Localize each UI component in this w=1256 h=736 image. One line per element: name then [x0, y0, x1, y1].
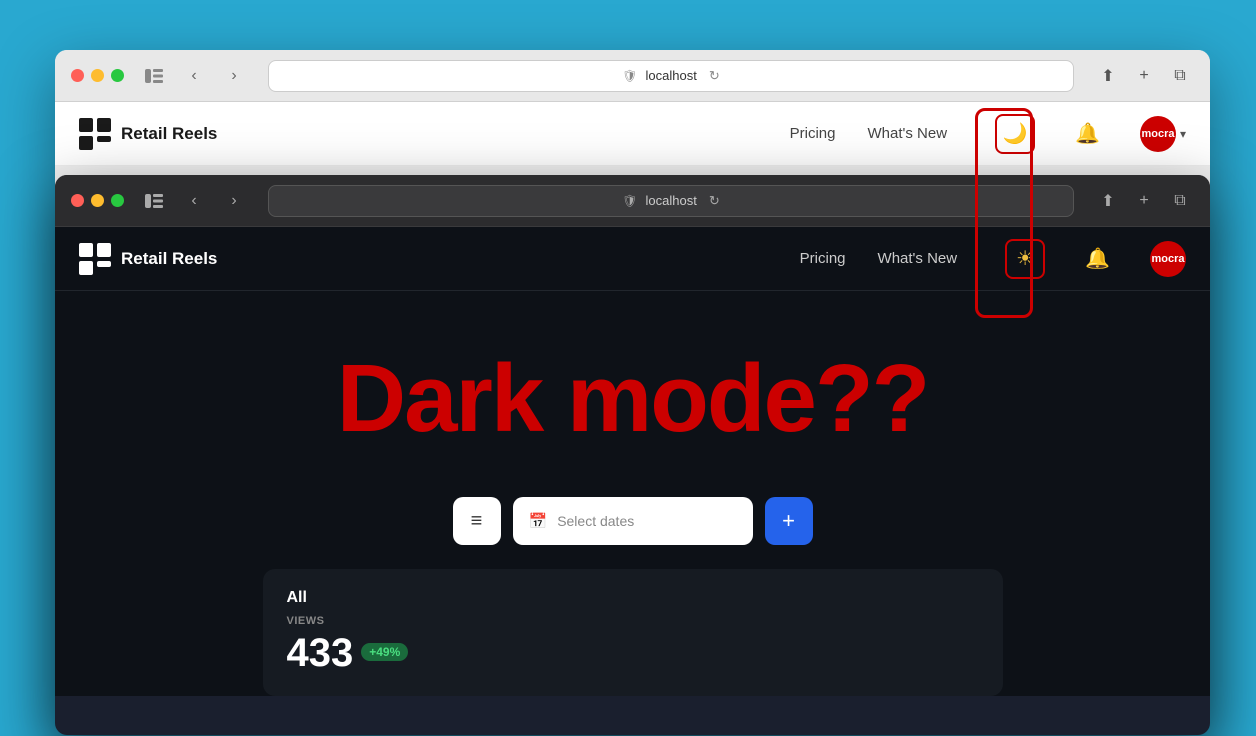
back-button-light[interactable]: ‹ — [180, 62, 208, 90]
card-title: All — [287, 589, 979, 607]
filter-icon: ≡ — [471, 510, 483, 533]
bell-icon-light[interactable]: 🔔 — [1075, 121, 1100, 146]
whats-new-link-light[interactable]: What's New — [868, 125, 948, 142]
views-value: 433 — [287, 631, 354, 676]
whats-new-link-dark[interactable]: What's New — [878, 250, 958, 267]
avatar-label-light: mocra — [1141, 128, 1174, 140]
minimize-button-light[interactable] — [91, 69, 104, 82]
filter-button[interactable]: ≡ — [453, 497, 501, 545]
avatar-light[interactable]: mocra — [1140, 116, 1176, 152]
address-bar-light[interactable]: 🛡 localhost ↻ — [268, 60, 1074, 92]
brand-logo-dark — [79, 243, 111, 275]
calendar-icon: 📅 — [529, 512, 548, 530]
new-tab-button-light[interactable]: + — [1130, 62, 1158, 90]
views-badge: +49% — [361, 643, 408, 661]
new-tab-button-dark[interactable]: + — [1130, 187, 1158, 215]
minimize-button-dark[interactable] — [91, 194, 104, 207]
refresh-icon-dark[interactable]: ↻ — [709, 193, 720, 209]
maximize-button-light[interactable] — [111, 69, 124, 82]
avatar-dark[interactable]: mocra — [1150, 241, 1186, 277]
url-text-dark: localhost — [646, 193, 697, 208]
browser-actions-light: ⬆ + ⧉ — [1094, 62, 1194, 90]
avatar-dropdown-light[interactable]: mocra ▾ — [1132, 116, 1186, 152]
bell-icon-dark[interactable]: 🔔 — [1085, 246, 1110, 271]
nav-links-dark: Pricing What's New ☀ 🔔 mocra — [800, 239, 1186, 279]
pricing-link-light[interactable]: Pricing — [790, 125, 836, 142]
share-button-light[interactable]: ⬆ — [1094, 62, 1122, 90]
refresh-icon-light[interactable]: ↻ — [709, 68, 720, 84]
brand-logo-light — [79, 118, 111, 150]
data-card: All VIEWS 433 +49% — [263, 569, 1003, 696]
pricing-link-dark[interactable]: Pricing — [800, 250, 846, 267]
share-button-dark[interactable]: ⬆ — [1094, 187, 1122, 215]
plus-icon: + — [782, 508, 795, 534]
add-button[interactable]: + — [765, 497, 813, 545]
shield-icon-dark: 🛡 — [622, 194, 637, 208]
close-button-light[interactable] — [71, 69, 84, 82]
dark-content: Dark mode?? ≡ 📅 Select dates + All VIEWS… — [55, 291, 1210, 696]
chevron-down-icon-light: ▾ — [1180, 127, 1186, 141]
date-picker[interactable]: 📅 Select dates — [513, 497, 753, 545]
forward-button-dark[interactable]: › — [220, 187, 248, 215]
brand-dark: Retail Reels — [79, 243, 217, 275]
tabs-button-dark[interactable]: ⧉ — [1166, 187, 1194, 215]
url-text-light: localhost — [646, 68, 697, 83]
traffic-lights-light — [71, 69, 124, 82]
brand-light: Retail Reels — [79, 118, 217, 150]
sun-icon: ☀ — [1016, 246, 1034, 271]
browser-actions-dark: ⬆ + ⧉ — [1094, 187, 1194, 215]
forward-button-light[interactable]: › — [220, 62, 248, 90]
maximize-button-dark[interactable] — [111, 194, 124, 207]
sidebar-toggle-dark[interactable] — [140, 187, 168, 215]
browser-window-dark: ‹ › 🛡 localhost ↻ ⬆ + ⧉ Retail Reels Pri… — [55, 175, 1210, 735]
controls-row: ≡ 📅 Select dates + — [453, 497, 813, 545]
theme-toggle-dark[interactable]: ☀ — [1005, 239, 1045, 279]
sidebar-toggle-light[interactable] — [140, 62, 168, 90]
date-placeholder: Select dates — [557, 513, 634, 529]
browser-chrome-dark: ‹ › 🛡 localhost ↻ ⬆ + ⧉ — [55, 175, 1210, 227]
navbar-light: Retail Reels Pricing What's New 🌙 🔔 mocr… — [55, 102, 1210, 166]
address-bar-dark[interactable]: 🛡 localhost ↻ — [268, 185, 1074, 217]
nav-links-light: Pricing What's New 🌙 🔔 mocra ▾ — [790, 114, 1186, 154]
back-button-dark[interactable]: ‹ — [180, 187, 208, 215]
navbar-dark: Retail Reels Pricing What's New ☀ 🔔 mocr… — [55, 227, 1210, 291]
moon-icon: 🌙 — [1003, 121, 1028, 146]
tabs-button-light[interactable]: ⧉ — [1166, 62, 1194, 90]
theme-toggle-light[interactable]: 🌙 — [995, 114, 1035, 154]
traffic-lights-dark — [71, 194, 124, 207]
avatar-label-dark: mocra — [1151, 253, 1184, 265]
views-label: VIEWS — [287, 615, 979, 627]
hero-heading: Dark mode?? — [337, 351, 928, 447]
brand-name-light: Retail Reels — [121, 124, 217, 144]
shield-icon-light: 🛡 — [622, 69, 637, 83]
browser-chrome-light: ‹ › 🛡 localhost ↻ ⬆ + ⧉ — [55, 50, 1210, 102]
brand-name-dark: Retail Reels — [121, 249, 217, 269]
close-button-dark[interactable] — [71, 194, 84, 207]
